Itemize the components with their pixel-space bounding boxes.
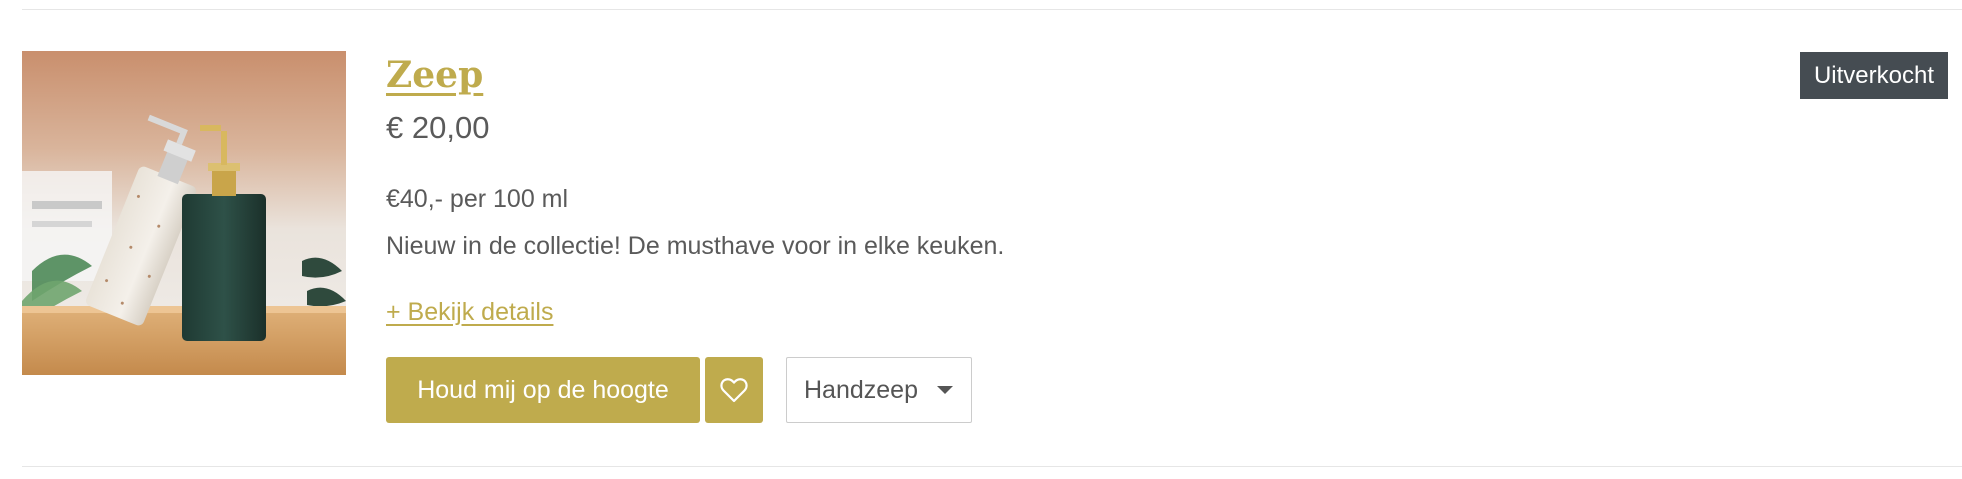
heart-icon — [720, 378, 748, 403]
view-details-link[interactable]: + Bekijk details — [386, 298, 553, 327]
variant-select-value: Handzeep — [804, 375, 918, 404]
product-title-link[interactable]: Zeep — [386, 52, 483, 98]
bottom-divider — [22, 466, 1962, 467]
variant-select[interactable]: Handzeep — [786, 357, 972, 423]
product-description: Nieuw in de collectie! De musthave voor … — [386, 232, 1005, 260]
wishlist-button[interactable] — [705, 357, 763, 423]
notify-me-button[interactable]: Houd mij op de hoogte — [386, 357, 700, 423]
product-image[interactable] — [22, 51, 346, 375]
product-actions: Houd mij op de hoogte Handzeep — [386, 357, 972, 423]
product-price: € 20,00 — [386, 110, 490, 145]
product-info: Zeep € 20,00 €40,- per 100 ml Nieuw in d… — [386, 50, 1686, 326]
product-list-item: Zeep € 20,00 €40,- per 100 ml Nieuw in d… — [0, 0, 1962, 479]
unit-price: €40,- per 100 ml — [386, 185, 569, 213]
sold-out-badge: Uitverkocht — [1799, 52, 1948, 99]
top-divider — [22, 9, 1962, 10]
chevron-down-icon — [937, 386, 953, 394]
